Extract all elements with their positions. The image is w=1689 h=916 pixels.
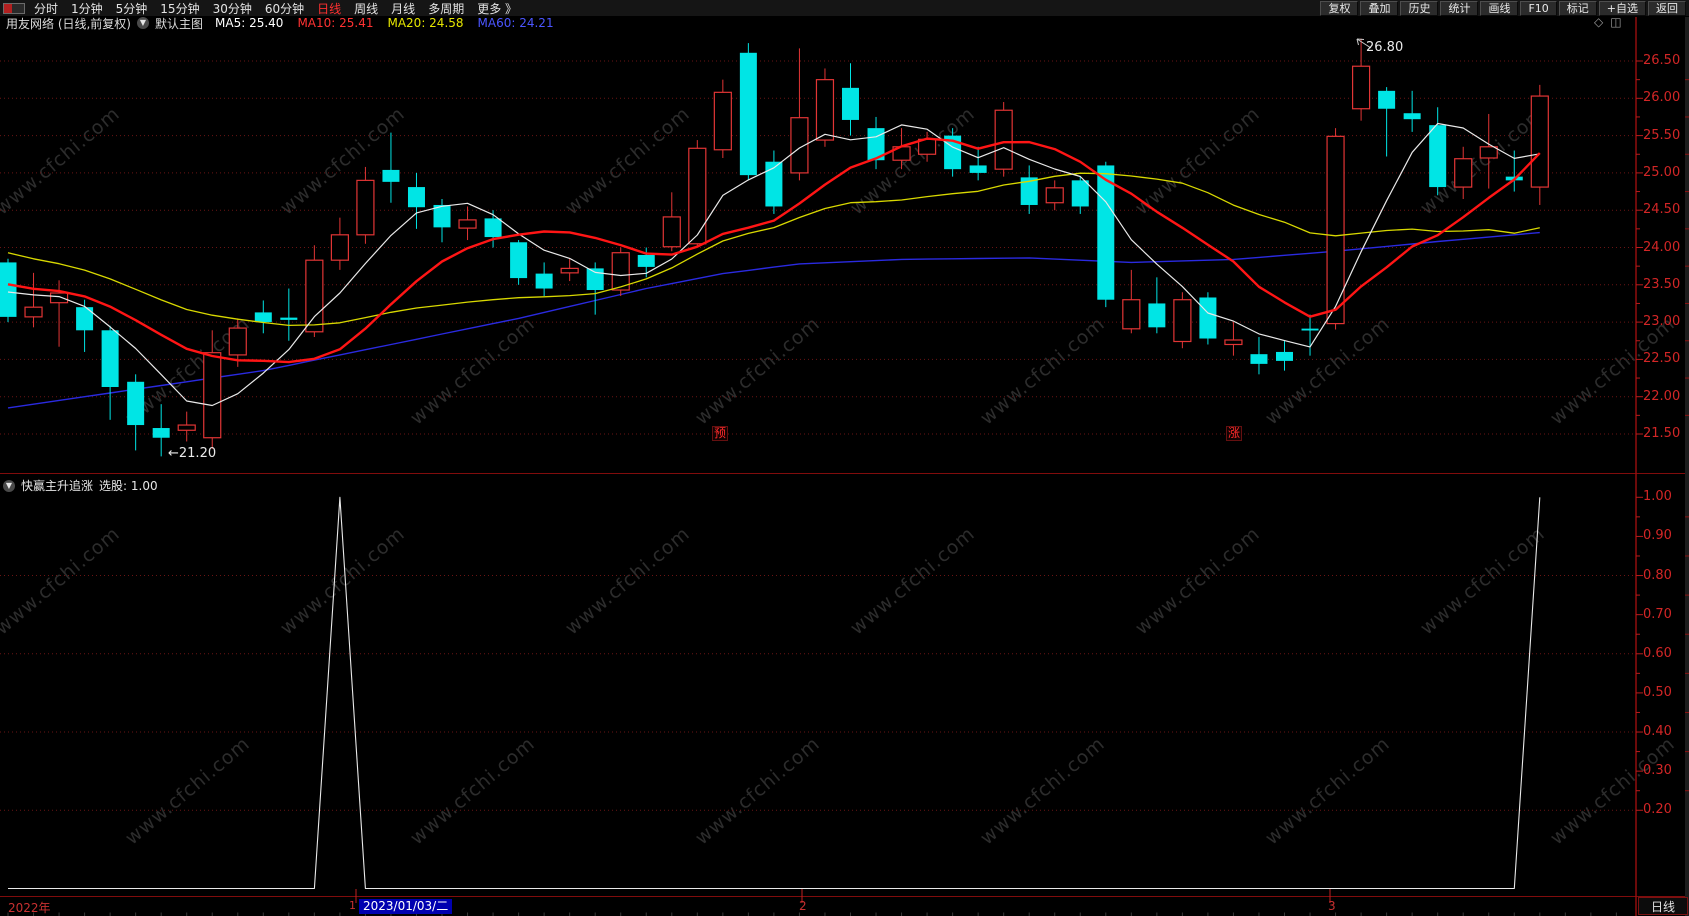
app-logo-icon [3, 2, 25, 14]
date-axis: 2022年 1 2023/01/03/二 2 3 日线 [0, 897, 1689, 916]
indicator-axis-label: 0.30 [1643, 763, 1672, 779]
ma-label-1: MA10: 25.41 [297, 16, 374, 30]
indicator-name[interactable]: 快赢主升追涨 [21, 477, 93, 494]
toolbar: 分时 1分钟 5分钟 15分钟 30分钟 60分钟 日线 周线 月线 多周期 更多 》 复权 叠加 历史… [0, 0, 1689, 16]
period-tab-4[interactable]: 30分钟 [213, 0, 252, 17]
selected-date-box[interactable]: 2023/01/03/二 [359, 899, 453, 914]
action-button-0[interactable]: 复权 [1320, 0, 1359, 16]
ma-label-2: MA20: 24.58 [387, 16, 464, 30]
action-button-5[interactable]: F10 [1520, 0, 1557, 16]
price-axis-label: 22.00 [1643, 388, 1681, 404]
month-label-jan: 1 [349, 899, 356, 912]
chevron-down-icon[interactable]: ▼ [3, 479, 15, 492]
chart-canvas[interactable] [0, 0, 1689, 916]
price-axis-label: 26.50 [1643, 53, 1681, 68]
price-axis-label: 24.50 [1643, 202, 1681, 218]
indicator-header: ▼ 快赢主升追涨 选股: 1.00 [3, 477, 158, 494]
period-tab-6[interactable]: 日线 [317, 0, 341, 17]
month-label-mar: 3 [1328, 899, 1336, 913]
action-button-4[interactable]: 画线 [1480, 0, 1519, 16]
price-axis-label: 25.50 [1643, 127, 1681, 143]
action-button-2[interactable]: 历史 [1400, 0, 1439, 16]
price-axis-label: 25.00 [1643, 164, 1681, 180]
year-label: 2022年 [8, 901, 51, 915]
indicator-axis-label: 0.70 [1643, 606, 1672, 622]
price-axis-label: 24.00 [1643, 239, 1681, 255]
indicator-axis-label: 0.40 [1643, 724, 1672, 740]
split-window-icon[interactable]: ◫ [1610, 15, 1621, 29]
window-icons: ◇ ◫ [1594, 15, 1622, 29]
action-button-6[interactable]: 标记 [1558, 0, 1597, 16]
price-axis-label: 22.50 [1643, 351, 1681, 367]
period-tab-8[interactable]: 月线 [391, 0, 415, 17]
alert-marker: 预 [712, 426, 729, 441]
limit-up-marker: 涨 [1226, 426, 1243, 441]
low-annotation: ←21.20 [168, 446, 217, 461]
indicator-axis-label: 1.00 [1643, 489, 1672, 505]
symbol-bar: 用友网络 (日线,前复权) ▼ 默认主图 MA5: 25.40 MA10: 25.… [0, 15, 1689, 32]
ma-label-3: MA60: 24.21 [477, 16, 554, 30]
symbol-title: 用友网络 (日线,前复权) [6, 16, 131, 31]
month-label-feb: 2 [799, 899, 807, 913]
period-tab-7[interactable]: 周线 [354, 0, 378, 17]
indicator-axis-label: 0.20 [1643, 802, 1672, 818]
indicator-axis-label: 0.80 [1643, 567, 1672, 583]
ma-values: MA5: 25.40 MA10: 25.41 MA20: 24.58 MA60: 24… [215, 16, 568, 30]
period-box[interactable]: 日线 [1638, 897, 1688, 915]
indicator-value: 选股: 1.00 [99, 479, 158, 493]
trading-app: { "app": { "watermark": "www.cfchi.com" … [0, 0, 1689, 916]
main-chart-layout-label[interactable]: 默认主图 [155, 15, 203, 32]
action-button-1[interactable]: 叠加 [1360, 0, 1399, 16]
price-axis-label: 26.00 [1643, 90, 1681, 106]
ma-label-0: MA5: 25.40 [215, 16, 284, 30]
action-button-3[interactable]: 统计 [1440, 0, 1479, 16]
indicator-axis-label: 0.90 [1643, 528, 1672, 544]
period-tab-10[interactable]: 更多 》 [477, 0, 517, 17]
period-tab-9[interactable]: 多周期 [428, 0, 464, 17]
price-axis-label: 21.50 [1643, 426, 1681, 441]
high-annotation: 26.80 [1366, 40, 1404, 55]
price-axis-label: 23.50 [1643, 276, 1681, 292]
period-tab-5[interactable]: 60分钟 [265, 0, 304, 17]
indicator-axis-label: 0.60 [1643, 645, 1672, 661]
chevron-down-icon[interactable]: ▼ [137, 17, 149, 29]
action-button-7[interactable]: +自选 [1598, 0, 1646, 16]
action-button-8[interactable]: 返回 [1648, 0, 1686, 16]
action-buttons: 复权 叠加 历史 统计 画线 F10 标记 +自选 返回 [1320, 0, 1686, 16]
price-axis-label: 23.00 [1643, 314, 1681, 330]
diamond-icon[interactable]: ◇ [1594, 15, 1603, 29]
indicator-axis-label: 0.50 [1643, 684, 1672, 700]
